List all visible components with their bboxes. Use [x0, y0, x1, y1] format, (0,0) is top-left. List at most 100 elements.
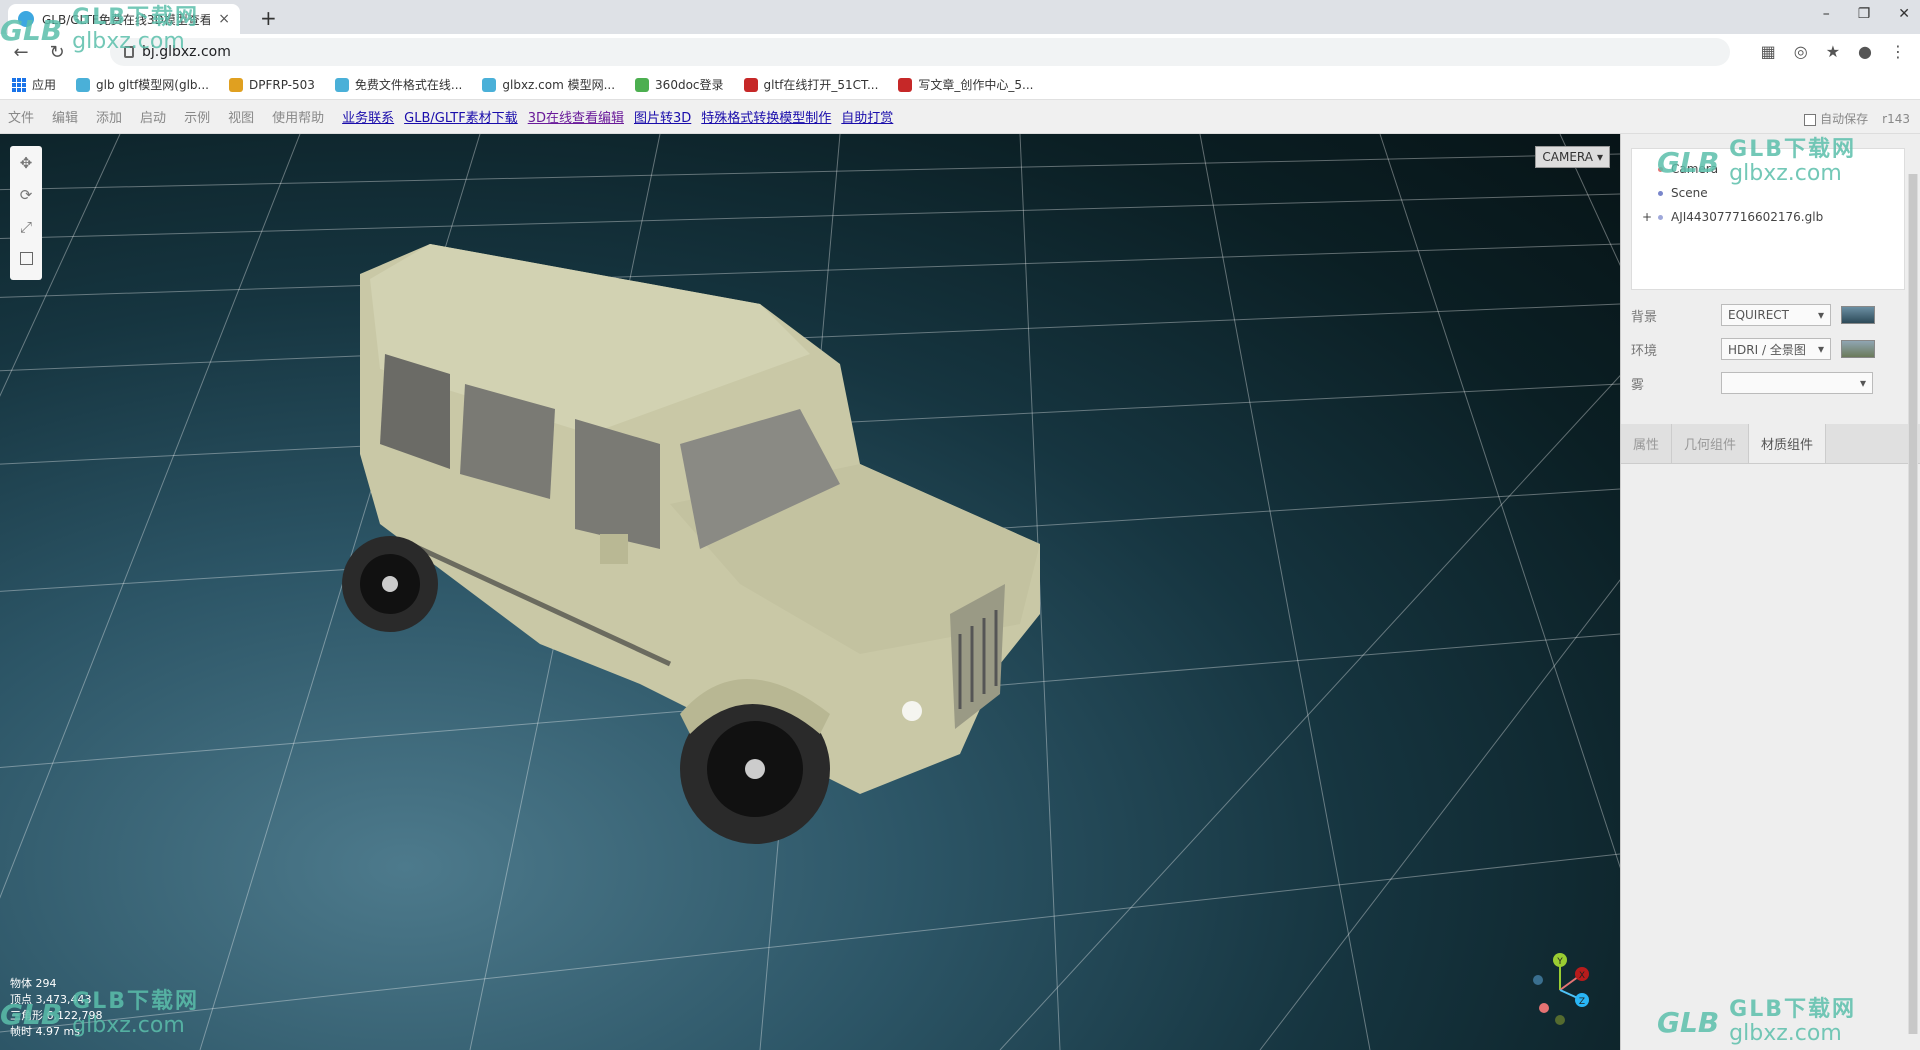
- bookmark-item[interactable]: glbxz.com 模型网...: [482, 76, 615, 93]
- tab-geometry[interactable]: 几何组件: [1672, 424, 1750, 463]
- link-asset-download[interactable]: GLB/GLTF素材下载: [404, 107, 518, 126]
- tab-close-icon[interactable]: ×: [218, 11, 230, 27]
- bookmark-label: DPFRP-503: [248, 77, 315, 92]
- tab-material[interactable]: 材质组件: [1749, 424, 1827, 463]
- menu-add[interactable]: 添加: [96, 107, 122, 126]
- camera-select[interactable]: CAMERA ▾: [1535, 146, 1610, 168]
- scrollbar-thumb[interactable]: [1909, 174, 1917, 1034]
- fog-label: 雾: [1631, 377, 1645, 393]
- window-controls: – ❐ ✕: [1823, 6, 1910, 22]
- bookmark-label: gltf在线打开_51CT...: [763, 78, 879, 92]
- outliner-expander[interactable]: +: [1642, 210, 1652, 224]
- menu-play[interactable]: 启动: [140, 107, 166, 126]
- browser-tab[interactable]: GLB/GLTF免费在线3D模型查看编辑 ×: [8, 4, 240, 34]
- menu-view[interactable]: 视图: [228, 107, 254, 126]
- url-field[interactable]: bj.glbxz.com: [110, 38, 1730, 66]
- version-label: r143: [1882, 111, 1910, 126]
- bookmark-label: glb gltf模型网(glb...: [96, 78, 209, 92]
- stat-objects: 物体 294: [10, 977, 57, 990]
- outliner-item-model[interactable]: + AJI443077716602176.glb: [1642, 205, 1894, 229]
- autosave-toggle[interactable]: 自动保存: [1804, 110, 1868, 127]
- qr-code-icon[interactable]: ▦: [1761, 42, 1776, 61]
- properties-sidebar: Camera Scene + AJI443077716602176.glb 背景…: [1620, 134, 1920, 1050]
- link-donate[interactable]: 自助打赏: [841, 107, 893, 126]
- cloud-icon: [334, 77, 349, 92]
- browser-tab-bar: GLB/GLTF免费在线3D模型查看编辑 × + – ❐ ✕: [0, 0, 1920, 34]
- menu-file[interactable]: 文件: [8, 107, 34, 126]
- doc-icon: [635, 77, 650, 92]
- reload-icon[interactable]: ↻: [46, 42, 68, 63]
- chevron-down-icon: ▾: [1859, 376, 1866, 390]
- minimize-button[interactable]: –: [1823, 6, 1830, 22]
- link-format-conversion[interactable]: 特殊格式转换模型制作: [701, 107, 831, 126]
- bookmark-item[interactable]: 写文章_创作中心_5...: [898, 76, 1034, 93]
- apps-grid-icon: [12, 77, 26, 92]
- material-panel: [1621, 464, 1920, 1050]
- camera-select-value: CAMERA: [1542, 150, 1593, 164]
- maximize-button[interactable]: ❐: [1858, 6, 1871, 22]
- environment-select-value: HDRI / 全景图: [1728, 342, 1806, 357]
- outliner-item-camera[interactable]: Camera: [1642, 157, 1894, 181]
- cube-icon: [228, 77, 243, 92]
- outliner-label: Scene: [1671, 186, 1708, 200]
- link-3d-viewer[interactable]: 3D在线查看编辑: [528, 107, 624, 126]
- gizmo-y-label: Y: [1556, 957, 1563, 967]
- fog-row: 雾 ▾: [1631, 370, 1911, 396]
- local-space-checkbox[interactable]: [19, 252, 33, 265]
- outliner-item-scene[interactable]: Scene: [1642, 181, 1894, 205]
- bookmark-apps[interactable]: 应用: [12, 76, 56, 93]
- background-select[interactable]: EQUIRECT ▾: [1721, 304, 1831, 326]
- tab-properties[interactable]: 属性: [1621, 424, 1673, 463]
- lock-icon: [124, 46, 134, 58]
- environment-select[interactable]: HDRI / 全景图 ▾: [1721, 338, 1831, 360]
- bookmark-item[interactable]: glb gltf模型网(glb...: [76, 76, 209, 93]
- scene-outliner[interactable]: Camera Scene + AJI443077716602176.glb: [1631, 148, 1905, 290]
- rear-wheel: [342, 536, 438, 632]
- bookmark-item[interactable]: 360doc登录: [635, 76, 724, 93]
- bookmark-item[interactable]: DPFRP-503: [228, 77, 315, 92]
- rotate-tool-icon[interactable]: ⟳: [16, 184, 36, 206]
- editor-menubar: 文件 编辑 添加 启动 示例 视图 使用帮助 业务联系 GLB/GLTF素材下载…: [0, 100, 1920, 134]
- close-window-button[interactable]: ✕: [1898, 6, 1910, 22]
- bookmark-label: glbxz.com 模型网...: [502, 78, 616, 92]
- background-texture-swatch[interactable]: [1841, 306, 1875, 324]
- menu-help[interactable]: 使用帮助: [272, 107, 324, 126]
- address-bar: ← ↻ bj.glbxz.com ▦ ◎ ★ ● ⋮: [0, 34, 1920, 70]
- transform-toolbar: ✥ ⟳ ⤢: [10, 146, 42, 280]
- fog-select[interactable]: ▾: [1721, 372, 1873, 394]
- new-tab-button[interactable]: +: [260, 6, 277, 30]
- menu-edit[interactable]: 编辑: [52, 107, 78, 126]
- suv-model: [342, 244, 1040, 844]
- 3d-viewport[interactable]: ✥ ⟳ ⤢ CAMERA ▾ 物体 294 顶点 3,473,443 三角形 6…: [0, 134, 1620, 1050]
- translate-tool-icon[interactable]: ✥: [16, 152, 36, 174]
- stat-frametime: 帧时 4.97 ms: [10, 1025, 80, 1038]
- stat-vertices: 顶点 3,473,443: [10, 993, 92, 1006]
- profile-icon[interactable]: ●: [1858, 42, 1872, 61]
- bookmark-item[interactable]: gltf在线打开_51CT...: [743, 76, 879, 93]
- outliner-label: AJI443077716602176.glb: [1671, 210, 1824, 224]
- tab-title: GLB/GLTF免费在线3D模型查看编辑: [42, 12, 211, 27]
- environment-texture-swatch[interactable]: [1841, 340, 1875, 358]
- background-label: 背景: [1631, 309, 1658, 325]
- bookmark-label: 360doc登录: [655, 78, 724, 92]
- kebab-menu-icon[interactable]: ⋮: [1890, 42, 1906, 61]
- star-icon[interactable]: ★: [1826, 42, 1840, 61]
- 51cto-icon: [743, 77, 758, 92]
- autosave-checkbox[interactable]: [1804, 113, 1817, 126]
- view-gizmo[interactable]: Y X Z: [1520, 950, 1600, 1030]
- chevron-down-icon: ▾: [1817, 342, 1824, 356]
- chevron-down-icon: ▾: [1817, 308, 1824, 322]
- bookmark-item[interactable]: 免费文件格式在线...: [334, 76, 462, 93]
- link-business-contact[interactable]: 业务联系: [342, 107, 394, 126]
- extension-icon[interactable]: ◎: [1794, 42, 1808, 61]
- menu-examples[interactable]: 示例: [184, 107, 210, 126]
- url-text: bj.glbxz.com: [142, 44, 231, 60]
- bookmarks-bar: 应用 glb gltf模型网(glb... DPFRP-503 免费文件格式在线…: [0, 70, 1920, 100]
- scale-tool-icon[interactable]: ⤢: [16, 216, 36, 238]
- sidebar-scrollbar[interactable]: [1908, 174, 1918, 1034]
- back-arrow-icon[interactable]: ←: [10, 42, 32, 63]
- cloud-icon: [76, 77, 91, 92]
- link-image-to-3d[interactable]: 图片转3D: [634, 107, 691, 126]
- object-dot-icon: [1658, 214, 1663, 220]
- toolbar-icons: ▦ ◎ ★ ● ⋮: [1761, 42, 1906, 61]
